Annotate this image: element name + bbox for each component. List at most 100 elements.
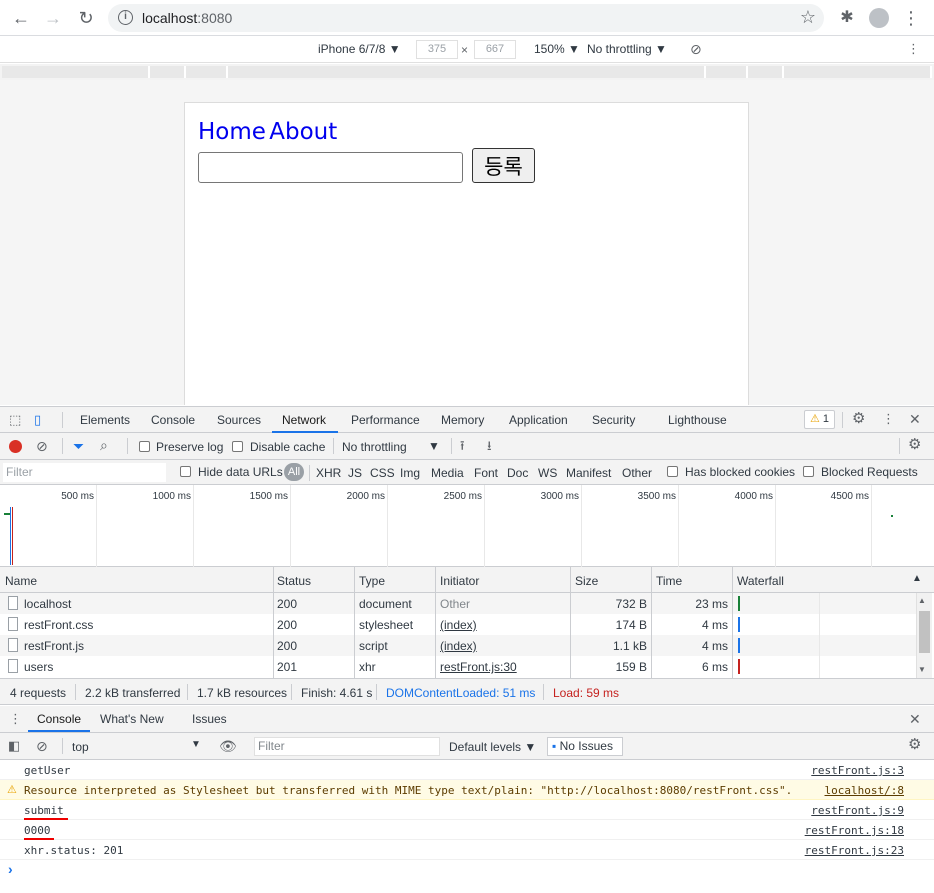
table-row[interactable]: users 201 xhr restFront.js:30 159 B 6 ms (0, 656, 916, 677)
nav-about-link[interactable]: About (269, 119, 337, 145)
info-icon[interactable]: i (118, 10, 133, 25)
address-bar[interactable]: i localhost:8080 ☆ (108, 4, 824, 32)
filter-manifest[interactable]: Manifest (566, 466, 611, 480)
filter-xhr[interactable]: XHR (316, 466, 341, 480)
close-drawer-icon[interactable]: ✕ (909, 711, 921, 727)
forward-arrow-icon[interactable]: → (41, 6, 65, 30)
col-initiator-header[interactable]: Initiator (440, 574, 479, 588)
filter-css[interactable]: CSS (370, 466, 395, 480)
preserve-log-checkbox[interactable] (139, 441, 150, 452)
tab-network[interactable]: Network (282, 413, 326, 427)
bookmark-star-icon[interactable]: ☆ (800, 7, 816, 28)
console-filter-input[interactable]: Filter (254, 737, 440, 756)
cell-initiator[interactable]: (index) (440, 618, 477, 632)
has-blocked-cookies-checkbox[interactable] (667, 466, 678, 477)
table-scrollbar[interactable]: ▲ ▼ (916, 593, 932, 678)
col-time-header[interactable]: Time (656, 574, 682, 588)
drawer-tab-issues[interactable]: Issues (192, 712, 227, 726)
filter-all-button[interactable]: All (284, 463, 304, 481)
table-row[interactable]: restFront.js 200 script (index) 1.1 kB 4… (0, 635, 916, 656)
filter-other[interactable]: Other (622, 466, 652, 480)
console-settings-gear-icon[interactable]: ⚙ (908, 737, 921, 753)
import-har-icon[interactable]: ⭱ (460, 438, 465, 454)
filter-js[interactable]: JS (348, 466, 362, 480)
scroll-up-icon[interactable]: ▲ (918, 596, 926, 605)
drawer-tab-whats-new[interactable]: What's New (100, 712, 164, 726)
chrome-menu-icon[interactable]: ⋮ (899, 6, 923, 30)
inspect-element-icon[interactable]: ⬚ (9, 412, 21, 428)
nav-home-link[interactable]: Home (198, 119, 266, 145)
back-arrow-icon[interactable]: ← (9, 6, 33, 30)
export-har-icon[interactable]: ⭳ (487, 438, 492, 454)
filter-media[interactable]: Media (431, 466, 464, 480)
filter-doc[interactable]: Doc (507, 466, 528, 480)
filter-font[interactable]: Font (474, 466, 498, 480)
warnings-badge[interactable]: ⚠ 1 (804, 410, 835, 429)
cell-initiator[interactable]: restFront.js:30 (440, 660, 517, 674)
width-input[interactable]: 375 (416, 40, 458, 59)
zoom-select[interactable]: 150% ▼ (534, 42, 580, 56)
close-devtools-icon[interactable]: ✕ (909, 411, 921, 427)
clear-icon[interactable]: ⊘ (36, 438, 48, 454)
filter-img[interactable]: Img (400, 466, 420, 480)
col-waterfall-header[interactable]: Waterfall (737, 574, 784, 588)
console-source-link[interactable]: restFront.js:9 (811, 804, 904, 817)
device-toolbar-menu-icon[interactable]: ⋮ (907, 41, 920, 57)
scrollbar-thumb[interactable] (919, 611, 930, 653)
blocked-requests-checkbox[interactable] (803, 466, 814, 477)
col-name-header[interactable]: Name (5, 574, 37, 588)
live-expression-eye-icon[interactable]: 👁 (219, 738, 237, 754)
sort-ascending-icon[interactable]: ▲ (912, 573, 922, 584)
reload-icon[interactable]: ↻ (74, 6, 98, 30)
device-select[interactable]: iPhone 6/7/8 ▼ (318, 42, 401, 56)
col-size-header[interactable]: Size (575, 574, 598, 588)
cell-initiator[interactable]: (index) (440, 639, 477, 653)
log-levels-select[interactable]: Default levels ▼ (449, 740, 536, 754)
network-overview-timeline[interactable]: 500 ms 1000 ms 1500 ms 2000 ms 2500 ms 3… (0, 485, 934, 567)
tab-security[interactable]: Security (592, 413, 635, 427)
filter-ws[interactable]: WS (538, 466, 557, 480)
context-dropdown-icon[interactable]: ▼ (191, 739, 201, 750)
tab-elements[interactable]: Elements (80, 413, 130, 427)
name-input[interactable] (198, 152, 463, 183)
console-source-link[interactable]: restFront.js:23 (805, 844, 904, 857)
network-filter-input[interactable]: Filter (3, 463, 166, 482)
tab-memory[interactable]: Memory (441, 413, 484, 427)
table-row[interactable]: restFront.css 200 stylesheet (index) 174… (0, 614, 916, 635)
col-type-header[interactable]: Type (359, 574, 385, 588)
filter-funnel-icon[interactable]: ⏷ (73, 438, 84, 454)
tab-performance[interactable]: Performance (351, 413, 420, 427)
device-throttling-select[interactable]: No throttling ▼ (587, 42, 667, 56)
media-query-bar[interactable] (0, 64, 934, 80)
throttling-dropdown-icon[interactable]: ▼ (428, 439, 440, 453)
tab-lighthouse[interactable]: Lighthouse (668, 413, 727, 427)
network-throttling-select[interactable]: No throttling (342, 440, 407, 454)
network-settings-gear-icon[interactable]: ⚙ (908, 437, 921, 453)
height-input[interactable]: 667 (474, 40, 516, 59)
device-toggle-icon[interactable]: ▯ (34, 412, 41, 428)
hide-data-urls-checkbox[interactable] (180, 466, 191, 477)
profile-avatar-icon[interactable] (867, 6, 891, 30)
table-row[interactable]: localhost 200 document Other 732 B 23 ms (0, 593, 916, 614)
record-icon[interactable] (9, 440, 22, 453)
settings-gear-icon[interactable]: ⚙ (852, 411, 865, 427)
devtools-menu-icon[interactable]: ⋮ (882, 411, 895, 427)
clear-console-icon[interactable]: ⊘ (36, 738, 48, 754)
disable-cache-checkbox[interactable] (232, 441, 243, 452)
console-source-link[interactable]: restFront.js:3 (811, 764, 904, 777)
issues-button[interactable]: ▪ No Issues (547, 737, 623, 756)
console-source-link[interactable]: restFront.js:18 (805, 824, 904, 837)
submit-button[interactable]: 등록 (472, 148, 535, 183)
tab-sources[interactable]: Sources (217, 413, 261, 427)
drawer-menu-icon[interactable]: ⋮ (9, 711, 22, 727)
console-source-link[interactable]: localhost/:8 (825, 784, 904, 797)
context-select[interactable]: top (72, 740, 89, 754)
search-icon[interactable]: ⌕ (100, 437, 108, 453)
scroll-down-icon[interactable]: ▼ (918, 665, 926, 674)
console-sidebar-icon[interactable]: ◧ (8, 738, 20, 754)
col-status-header[interactable]: Status (277, 574, 311, 588)
rotate-icon[interactable]: ⊘ (690, 41, 702, 57)
console-prompt-input[interactable]: › (0, 860, 934, 893)
extensions-puzzle-icon[interactable]: ✱ (835, 6, 859, 30)
tab-console[interactable]: Console (151, 413, 195, 427)
